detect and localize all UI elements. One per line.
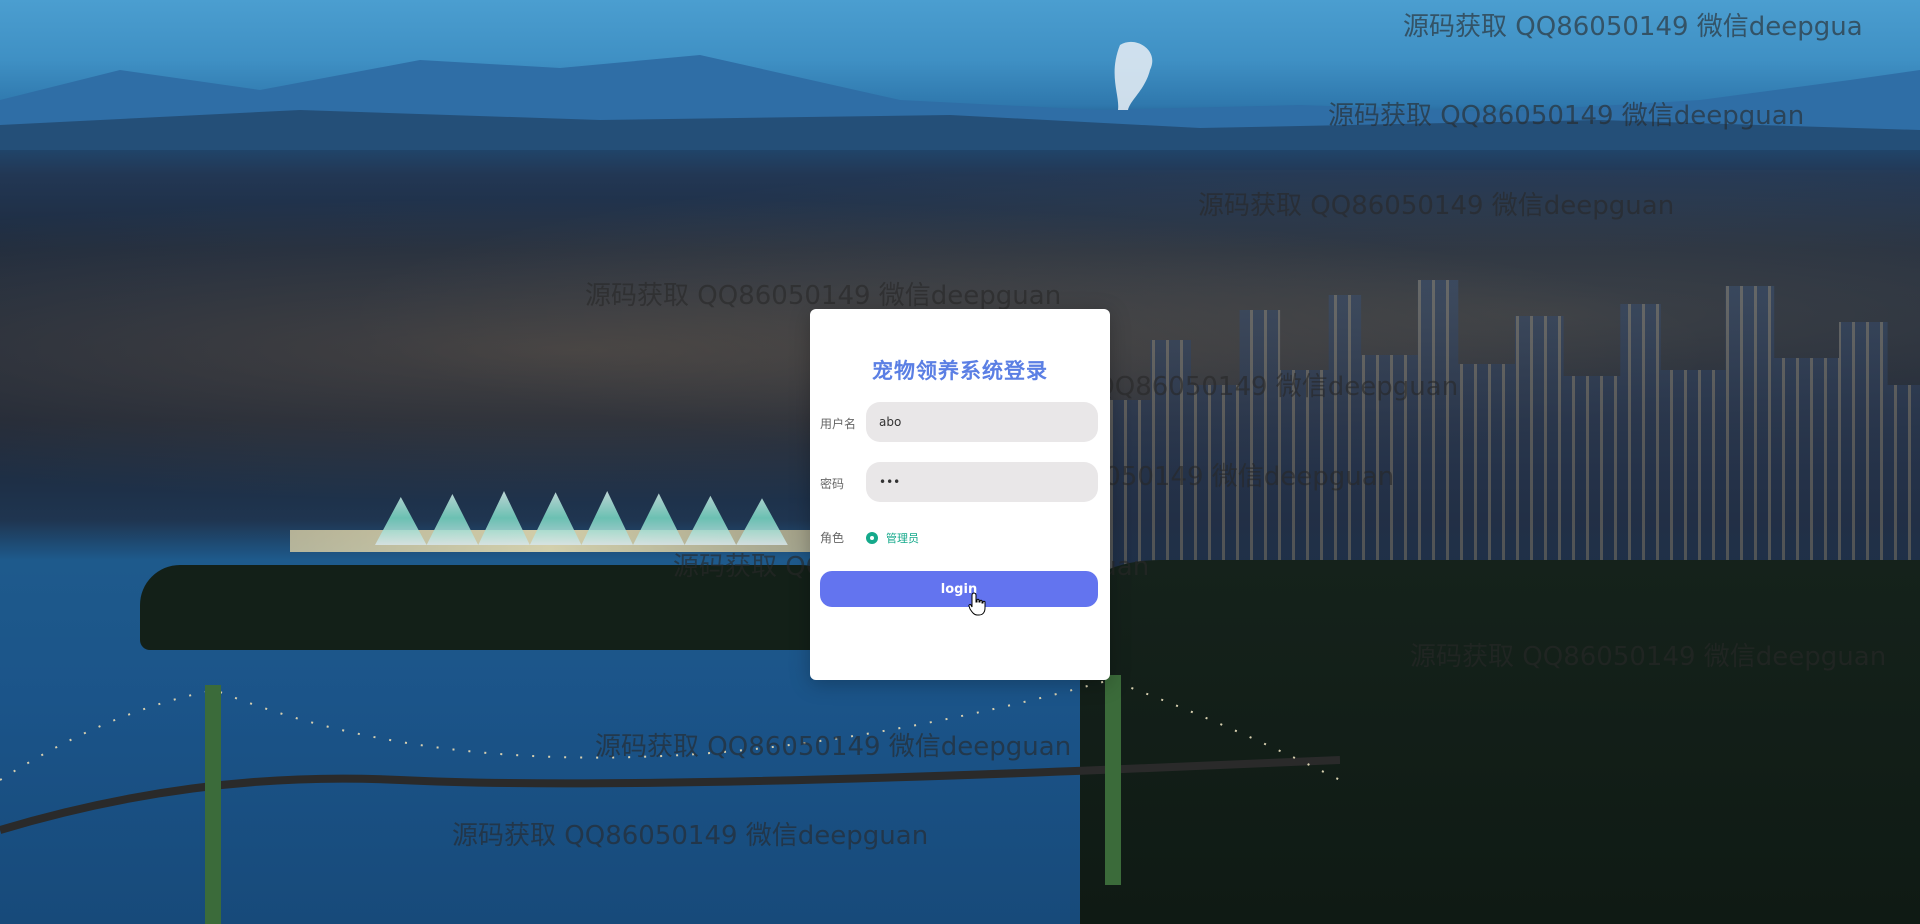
login-form-card: 宠物领养系统登录 用户名 密码 角色 管理员 login	[810, 309, 1110, 680]
login-button[interactable]: login	[820, 571, 1098, 607]
role-row: 角色 管理员	[820, 529, 919, 546]
role-option-label[interactable]: 管理员	[886, 530, 919, 546]
hand-pointer-cursor-icon	[968, 592, 986, 616]
role-label: 角色	[820, 531, 845, 545]
park-forest-background	[140, 565, 860, 650]
password-label: 密码	[820, 477, 845, 491]
watermark-text: 源码获取 QQ86050149 微信deepgua	[1403, 12, 1863, 42]
password-input[interactable]	[866, 462, 1098, 502]
username-input[interactable]	[866, 402, 1098, 442]
username-label: 用户名	[820, 417, 857, 431]
mountain-range-background	[0, 41, 1920, 150]
radio-dot-icon	[870, 535, 874, 540]
role-radio-admin[interactable]	[866, 531, 878, 544]
login-title: 宠物领养系统登录	[872, 359, 1048, 383]
login-page: 源码获取 QQ86050149 微信deepgua 源码获取 QQ8605014…	[0, 0, 1920, 924]
suspension-bridge-background	[0, 675, 1340, 924]
